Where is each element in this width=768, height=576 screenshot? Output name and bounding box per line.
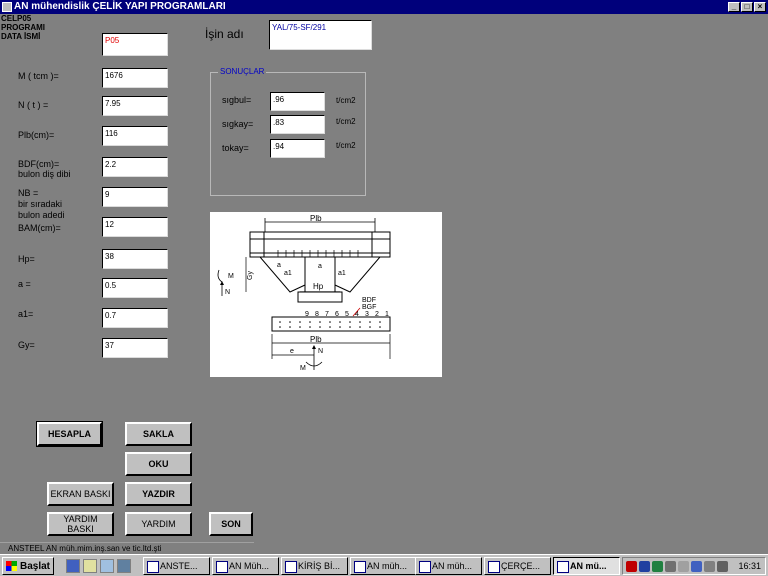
sakla-button[interactable]: SAKLA (125, 422, 192, 446)
m-label: M ( tcm )= (18, 71, 59, 81)
window-title: AN mühendislik ÇELİK YAPI PROGRAMLARI (14, 1, 226, 12)
a-label: a = (18, 279, 31, 289)
nb-label-desc-1: bir sıradaki (18, 199, 63, 209)
connection-diagram: Plb a a1 a a1 Hp Gy M N 9 8 7 6 5 4 3 2 … (210, 212, 442, 377)
system-tray: 16:31 (622, 557, 766, 575)
tray-network-icon[interactable] (665, 561, 676, 572)
hp-label: Hp= (18, 254, 35, 264)
minimize-button[interactable]: _ (728, 2, 740, 12)
task-kiris[interactable]: KİRİŞ Bİ... (281, 557, 348, 575)
nb-label-desc-2: bulon adedi (18, 210, 65, 220)
m-label-diag: M (228, 273, 234, 280)
taskbar: Başlat ANSTE... AN Müh... KİRİŞ Bİ... AN… (0, 554, 768, 576)
a-input[interactable]: 0.5 (102, 278, 168, 298)
a-label-diag-2: a (318, 263, 322, 270)
bdf-label: BDF(cm)= (18, 159, 60, 169)
a1-label: a1= (18, 309, 34, 319)
tokay-output[interactable]: .94 (270, 139, 325, 158)
job-field[interactable]: YAL/75-SF/291 (269, 20, 372, 50)
n-label: N ( t ) = (18, 100, 49, 110)
plb-top-label: Plb (310, 214, 322, 223)
oku-button[interactable]: OKU (125, 452, 192, 476)
plb-input[interactable]: 116 (102, 126, 168, 146)
maximize-button[interactable]: □ (741, 2, 753, 12)
sigbul-output[interactable]: .96 (270, 92, 325, 111)
task-an-mu-active[interactable]: AN mü... (553, 557, 620, 575)
job-label: İşin adı (205, 27, 244, 41)
tray-app-icon[interactable] (626, 561, 637, 572)
tokay-unit: t/cm2 (336, 141, 356, 150)
quicklaunch-channels-icon[interactable] (117, 559, 131, 573)
bam-input[interactable]: 12 (102, 217, 168, 237)
bdf-label-diag: BDF (362, 297, 376, 304)
e-label-diag: e (290, 348, 294, 355)
task-an-muh-2[interactable]: AN müh... (350, 557, 417, 575)
yazdir-button[interactable]: YAZDIR (125, 482, 192, 506)
sigbul-label: sıgbul= (222, 95, 252, 105)
close-button[interactable]: × (754, 2, 766, 12)
tray-monitor-icon[interactable] (678, 561, 689, 572)
ekran-baski-button[interactable]: EKRAN BASKI (47, 482, 114, 506)
task-an-muh-1[interactable]: AN Müh... (212, 557, 279, 575)
tray-globe-icon[interactable] (652, 561, 663, 572)
program-label-2: PROGRAMI (1, 23, 45, 32)
nb-input[interactable]: 9 (102, 187, 168, 207)
tray-scheduler-icon[interactable] (717, 561, 728, 572)
task-an-muh-3[interactable]: AN müh... (415, 557, 482, 575)
gy-label: Gy= (18, 340, 35, 350)
tokay-label: tokay= (222, 143, 249, 153)
program-label-1: CELP05 (1, 14, 32, 23)
a1-label-diag-1: a1 (284, 270, 292, 277)
tray-tr-icon[interactable] (639, 561, 650, 572)
results-group: SONUÇLAR (210, 67, 366, 196)
task-ansteel[interactable]: ANSTE... (143, 557, 210, 575)
bgf-label-diag: BGF (362, 304, 376, 311)
start-label: Başlat (20, 560, 51, 572)
data-name-field[interactable]: P05 (102, 33, 168, 56)
title-bar: AN mühendislik ÇELİK YAPI PROGRAMLARI _ … (0, 0, 768, 14)
results-title: SONUÇLAR (218, 67, 267, 76)
form-area: CELP05 PROGRAMI DATA İSMİ P05 İşin adı Y… (0, 14, 768, 554)
windows-flag-icon (6, 561, 17, 571)
task-cerceve[interactable]: ÇERÇE... (484, 557, 551, 575)
plb-label: Plb(cm)= (18, 130, 55, 140)
gy-label-diag: Gy (247, 271, 254, 280)
m-bottom-label: M (300, 365, 306, 372)
bdf-label-desc: bulon diş dibi (18, 169, 71, 179)
sigkay-unit: t/cm2 (336, 117, 356, 126)
a1-input[interactable]: 0.7 (102, 308, 168, 328)
sigbul-unit: t/cm2 (336, 96, 356, 105)
start-button[interactable]: Başlat (2, 557, 54, 575)
tray-volume-icon[interactable] (704, 561, 715, 572)
a-label-diag-1: a (277, 262, 281, 269)
quicklaunch-desktop-icon[interactable] (100, 559, 114, 573)
yardim-button[interactable]: YARDIM (125, 512, 192, 536)
bdf-input[interactable]: 2.2 (102, 157, 168, 177)
n-label-diag: N (225, 289, 230, 296)
tray-mail-icon[interactable] (691, 561, 702, 572)
hesapla-button[interactable]: HESAPLA (36, 421, 103, 447)
hp-input[interactable]: 38 (102, 249, 168, 269)
quicklaunch-ie-icon[interactable] (66, 559, 80, 573)
n-bottom-label: N (318, 348, 323, 355)
hp-label-diag: Hp (313, 282, 324, 291)
nb-label: NB = (18, 188, 39, 198)
son-button[interactable]: SON (209, 512, 253, 536)
quicklaunch-outlook-icon[interactable] (83, 559, 97, 573)
n-input[interactable]: 7.95 (102, 96, 168, 116)
yardim-baski-button[interactable]: YARDIM BASKI (47, 512, 114, 536)
sigkay-label: sıgkay= (222, 119, 254, 129)
gy-input[interactable]: 37 (102, 338, 168, 358)
status-bar: ANSTEEL AN müh.mim.inş.san ve tic.ltd.şt… (0, 542, 254, 554)
program-label-3: DATA İSMİ (1, 32, 41, 41)
clock: 16:31 (738, 561, 761, 571)
a1-label-diag-2: a1 (338, 270, 346, 277)
m-input[interactable]: 1676 (102, 68, 168, 88)
plb-bottom-label: Plb (310, 335, 322, 344)
app-icon[interactable] (2, 2, 12, 12)
sigkay-output[interactable]: .83 (270, 115, 325, 134)
bam-label: BAM(cm)= (18, 223, 61, 233)
